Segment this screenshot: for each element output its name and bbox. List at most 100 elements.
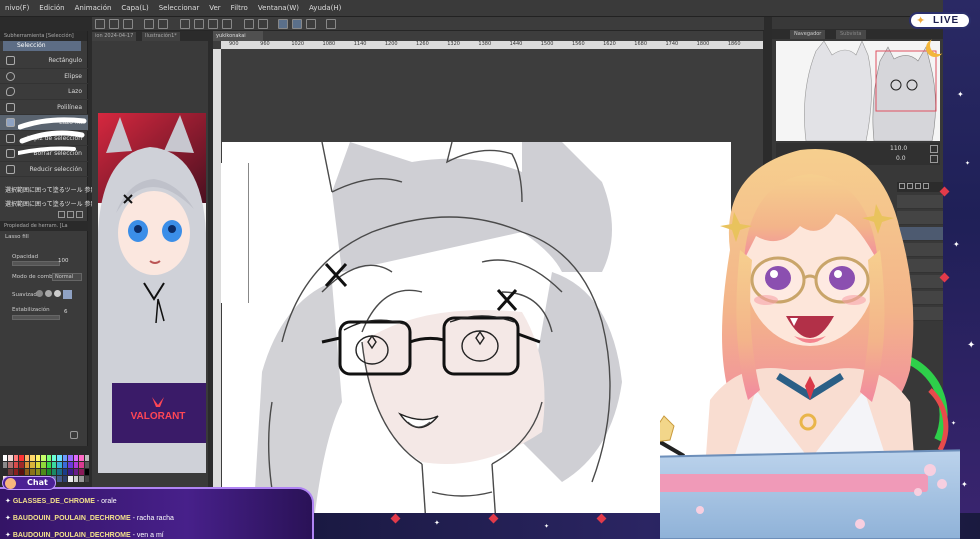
- antialias-medium-icon[interactable]: [54, 290, 61, 297]
- color-swatch[interactable]: [35, 462, 41, 468]
- color-swatch[interactable]: [68, 462, 73, 468]
- color-swatch[interactable]: [13, 455, 19, 461]
- antialias-strong-icon[interactable]: [63, 290, 72, 299]
- color-swatch[interactable]: [30, 469, 35, 475]
- menu-filter[interactable]: Filtro: [226, 4, 253, 12]
- color-swatch[interactable]: [13, 462, 19, 468]
- transform-icon[interactable]: [194, 19, 204, 29]
- color-swatch[interactable]: [79, 476, 84, 482]
- selection-tab[interactable]: Selección: [3, 41, 81, 51]
- color-swatch[interactable]: [84, 469, 89, 475]
- color-swatch[interactable]: [19, 455, 24, 461]
- blend-mode-select[interactable]: Normal: [52, 273, 82, 281]
- color-swatch[interactable]: [84, 476, 89, 482]
- tab-subview[interactable]: Subvista: [836, 30, 866, 39]
- invert-selection-icon[interactable]: [222, 19, 232, 29]
- color-swatch[interactable]: [79, 462, 84, 468]
- settings-icon[interactable]: [70, 431, 78, 439]
- copy-subtool-icon[interactable]: [67, 211, 74, 218]
- color-swatch[interactable]: [79, 455, 84, 461]
- color-swatch[interactable]: [57, 455, 62, 461]
- antialias-weak-icon[interactable]: [45, 290, 52, 297]
- clear-icon[interactable]: [180, 19, 190, 29]
- color-swatch[interactable]: [24, 462, 30, 468]
- color-swatch[interactable]: [3, 462, 8, 468]
- color-swatch[interactable]: [73, 476, 79, 482]
- color-swatch[interactable]: [46, 462, 51, 468]
- color-swatch[interactable]: [30, 455, 35, 461]
- color-swatch[interactable]: [46, 455, 51, 461]
- color-swatch[interactable]: [57, 469, 62, 475]
- color-swatch[interactable]: [51, 455, 57, 461]
- tool-rectangle[interactable]: Rectángulo: [0, 53, 88, 69]
- color-swatch[interactable]: [19, 469, 24, 475]
- pen-pressure-icon[interactable]: [306, 19, 316, 29]
- add-subtool-icon[interactable]: [58, 211, 65, 218]
- menu-select[interactable]: Seleccionar: [154, 4, 205, 12]
- snap-icon[interactable]: [244, 19, 254, 29]
- color-swatch[interactable]: [24, 469, 30, 475]
- color-swatch[interactable]: [3, 469, 8, 475]
- new-file-icon[interactable]: [95, 19, 105, 29]
- active-document-tab[interactable]: yukikonakai: [213, 31, 263, 41]
- color-swatch[interactable]: [73, 455, 79, 461]
- color-swatch[interactable]: [73, 469, 79, 475]
- color-swatch[interactable]: [57, 462, 62, 468]
- color-swatch[interactable]: [19, 462, 24, 468]
- stabilization-slider[interactable]: [12, 315, 60, 320]
- color-swatch[interactable]: [46, 469, 51, 475]
- snap-ruler-icon[interactable]: [258, 19, 268, 29]
- tool-lasso[interactable]: Lazo: [0, 84, 88, 100]
- color-swatch[interactable]: [30, 462, 35, 468]
- color-swatch[interactable]: [41, 462, 46, 468]
- color-swatch[interactable]: [8, 455, 13, 461]
- color-swatch[interactable]: [13, 469, 19, 475]
- color-swatch[interactable]: [51, 469, 57, 475]
- tool-polyline[interactable]: Polilínea: [0, 100, 88, 115]
- color-swatch[interactable]: [41, 455, 46, 461]
- color-swatch[interactable]: [35, 469, 41, 475]
- color-swatch[interactable]: [51, 462, 57, 468]
- doc-tab-2[interactable]: Ilustración1*: [142, 32, 180, 41]
- navigator-preview[interactable]: [776, 41, 940, 141]
- menu-edit[interactable]: Edición: [34, 4, 69, 12]
- opacity-slider[interactable]: [12, 261, 60, 266]
- color-swatch[interactable]: [8, 462, 13, 468]
- menu-help[interactable]: Ayuda(H): [304, 4, 346, 12]
- color-swatch[interactable]: [57, 476, 62, 482]
- color-swatch[interactable]: [8, 469, 13, 475]
- tool-shrink-selection[interactable]: Reducir selección: [0, 162, 88, 177]
- color-swatch[interactable]: [68, 455, 73, 461]
- aux-tool-line-1[interactable]: 選択範囲に囲って塗るツール 参照: [5, 185, 97, 194]
- color-swatch[interactable]: [68, 469, 73, 475]
- menu-view[interactable]: Ver: [204, 4, 225, 12]
- open-file-icon[interactable]: [109, 19, 119, 29]
- color-swatch[interactable]: [62, 462, 68, 468]
- color-swatch[interactable]: [24, 455, 30, 461]
- stroke-alt-icon[interactable]: [292, 19, 302, 29]
- save-icon[interactable]: [123, 19, 133, 29]
- color-swatch[interactable]: [62, 455, 68, 461]
- aux-tool-line-2[interactable]: 選択範囲に囲って塗るツール 参照: [5, 199, 97, 208]
- tab-navigator[interactable]: Navegador: [790, 30, 826, 39]
- antialias-none-icon[interactable]: [36, 290, 43, 297]
- doc-tab-1[interactable]: ion 2024-04-17: [92, 32, 137, 41]
- deselect-icon[interactable]: [208, 19, 218, 29]
- color-swatch[interactable]: [3, 455, 8, 461]
- menu-window[interactable]: Ventana(W): [253, 4, 304, 12]
- color-swatch[interactable]: [68, 476, 73, 482]
- drawing-canvas[interactable]: [222, 142, 731, 539]
- color-swatch[interactable]: [79, 469, 84, 475]
- tool-ellipse[interactable]: Elipse: [0, 69, 88, 84]
- menu-layer[interactable]: Capa(L): [116, 4, 153, 12]
- menu-file[interactable]: nivo(F): [0, 4, 34, 12]
- color-swatch[interactable]: [62, 469, 68, 475]
- color-swatch[interactable]: [35, 455, 41, 461]
- stroke-icon[interactable]: [278, 19, 288, 29]
- grid-icon[interactable]: [326, 19, 336, 29]
- undo-icon[interactable]: [144, 19, 154, 29]
- color-swatch[interactable]: [84, 462, 89, 468]
- delete-subtool-icon[interactable]: [76, 211, 83, 218]
- stabilization-value[interactable]: 6: [64, 309, 68, 315]
- color-swatch[interactable]: [84, 455, 89, 461]
